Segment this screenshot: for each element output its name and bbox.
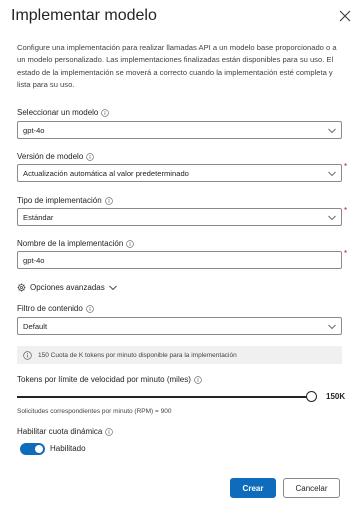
model-label: Seleccionar un modelo bbox=[17, 108, 110, 117]
panel-description: Configure una implementación para realiz… bbox=[17, 43, 337, 90]
dynamic-quota-label: Habilitar cuota dinámica bbox=[17, 427, 114, 436]
close-icon[interactable] bbox=[339, 10, 351, 22]
info-icon[interactable] bbox=[105, 427, 114, 436]
dynamic-quota-toggle[interactable] bbox=[20, 443, 45, 455]
info-icon[interactable] bbox=[104, 196, 113, 205]
chevron-down-icon bbox=[328, 324, 336, 330]
required-marker: * bbox=[344, 206, 348, 215]
info-icon[interactable] bbox=[86, 304, 94, 313]
quota-info-bar: 150 Cuota de K tokens por minuto disponi… bbox=[17, 346, 342, 364]
content-filter-select[interactable]: Default bbox=[17, 317, 342, 335]
model-version-label: Versión de modelo bbox=[17, 152, 95, 161]
required-marker: * bbox=[344, 162, 348, 171]
model-version-select[interactable]: Actualización automática al valor predet… bbox=[17, 164, 342, 182]
info-icon[interactable] bbox=[86, 152, 95, 161]
model-select[interactable]: gpt-4o bbox=[17, 121, 342, 139]
chevron-down-icon bbox=[328, 171, 336, 177]
rate-limit-value: 150K bbox=[326, 392, 346, 401]
deployment-type-select[interactable]: Estándar bbox=[17, 208, 342, 226]
deployment-name-input[interactable]: gpt-4o bbox=[17, 251, 342, 269]
panel-title: Implementar modelo bbox=[11, 7, 157, 24]
info-icon[interactable] bbox=[101, 108, 110, 117]
content-filter-label: Filtro de contenido bbox=[17, 304, 94, 313]
rate-limit-slider-thumb[interactable] bbox=[305, 391, 317, 402]
gear-icon bbox=[17, 283, 26, 292]
rate-limit-label: Tokens por límite de velocidad por minut… bbox=[17, 375, 202, 384]
chevron-down-icon bbox=[328, 128, 336, 134]
cancel-button[interactable]: Cancelar bbox=[283, 478, 340, 498]
advanced-options-toggle[interactable]: Opciones avanzadas bbox=[17, 283, 117, 292]
create-button[interactable]: Crear bbox=[230, 478, 276, 498]
rate-limit-slider-track[interactable] bbox=[17, 396, 311, 398]
chevron-down-icon bbox=[108, 285, 117, 291]
deployment-name-label: Nombre de la implementación bbox=[17, 239, 135, 248]
info-icon bbox=[23, 350, 32, 360]
dynamic-quota-toggle-label: Habilitado bbox=[50, 444, 86, 453]
info-icon[interactable] bbox=[126, 239, 135, 248]
chevron-down-icon bbox=[328, 215, 336, 221]
required-marker: * bbox=[344, 249, 348, 258]
info-icon[interactable] bbox=[194, 375, 202, 384]
toggle-knob bbox=[35, 445, 43, 453]
rpm-text: Solicitudes correspondientes por minuto … bbox=[17, 408, 172, 415]
deployment-type-label: Tipo de implementación bbox=[17, 196, 113, 205]
